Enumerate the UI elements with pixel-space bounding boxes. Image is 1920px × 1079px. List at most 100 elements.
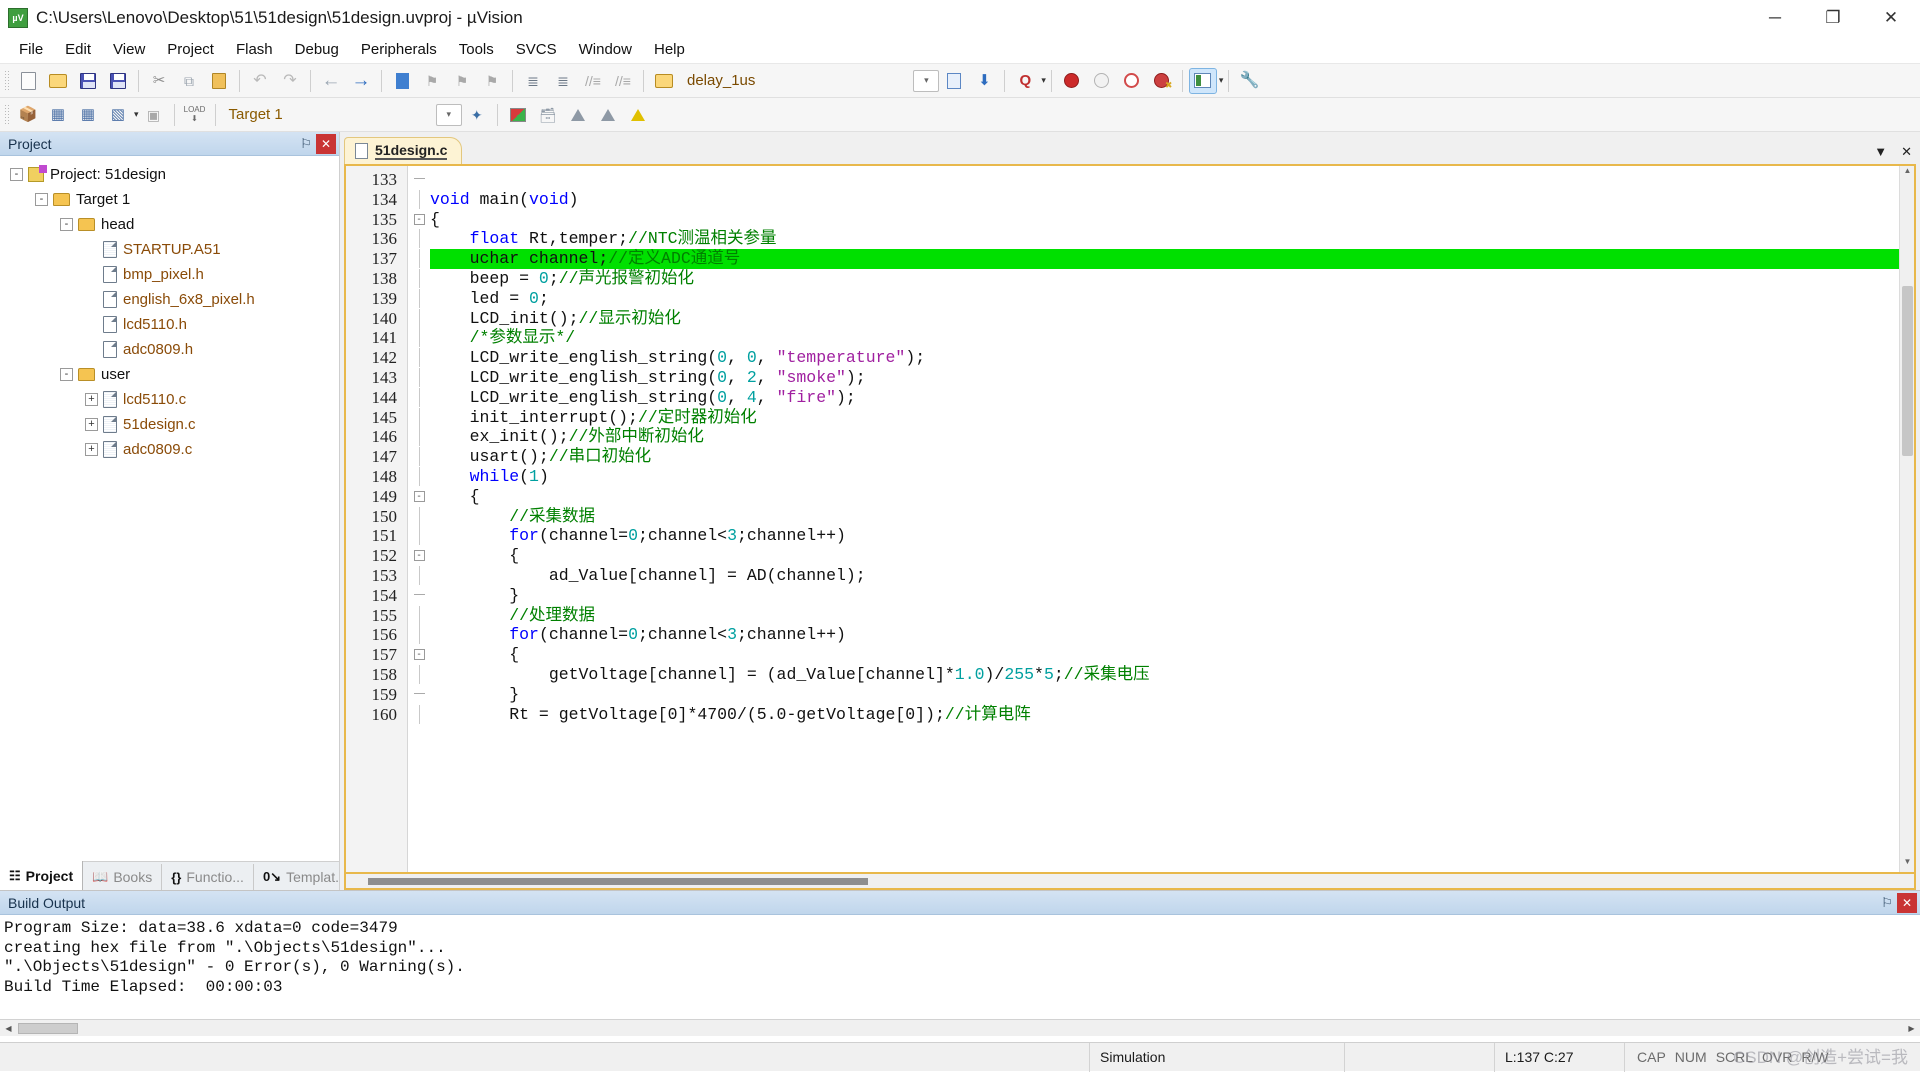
collapse-toggle-icon[interactable]: - [35, 193, 48, 206]
code-line[interactable]: led = 0; [430, 289, 1914, 309]
code-line[interactable]: usart();//串口初始化 [430, 447, 1914, 467]
utilities-icon[interactable]: 🔧 [1235, 68, 1263, 94]
window-dropdown-caret[interactable]: ▾ [1219, 75, 1224, 86]
menu-edit[interactable]: Edit [54, 38, 102, 61]
build-scroll-thumb[interactable] [18, 1023, 78, 1034]
kill-all-breakpoints-icon[interactable] [1148, 68, 1176, 94]
code-line[interactable]: /*参数显示*/ [430, 328, 1914, 348]
code-text[interactable]: void main(void){ float Rt,temper;//NTC测温… [430, 166, 1914, 872]
menu-debug[interactable]: Debug [284, 38, 350, 61]
tree-item-bmp-pixel-h[interactable]: bmp_pixel.h [0, 262, 339, 287]
cut-icon[interactable]: ✂ [145, 68, 173, 94]
code-line[interactable]: //采集数据 [430, 507, 1914, 527]
translate-icon[interactable]: 📦 [14, 102, 42, 128]
toolbar-grip[interactable] [4, 103, 10, 126]
expand-toggle-icon[interactable]: + [85, 393, 98, 406]
undo-icon[interactable]: ↶ [246, 68, 274, 94]
tree-item-user[interactable]: - user [0, 362, 339, 387]
code-line[interactable]: LCD_init();//显示初始化 [430, 309, 1914, 329]
multi-project-icon[interactable] [564, 102, 592, 128]
menu-help[interactable]: Help [643, 38, 696, 61]
code-line[interactable]: ad_Value[channel] = AD(channel); [430, 566, 1914, 586]
stop-build-icon[interactable]: ▣ [140, 102, 168, 128]
expand-toggle-icon[interactable]: + [85, 443, 98, 456]
next-bookmark-icon[interactable]: ⚑ [448, 68, 476, 94]
editor-window-list-icon[interactable]: ▼ [1874, 144, 1887, 160]
code-line[interactable]: LCD_write_english_string(0, 4, "fire"); [430, 388, 1914, 408]
menu-view[interactable]: View [102, 38, 156, 61]
comment-icon[interactable]: //≡ [579, 68, 607, 94]
editor-close-icon[interactable]: ✕ [1901, 144, 1912, 160]
code-line[interactable]: Rt = getVoltage[0]*4700/(5.0-getVoltage[… [430, 705, 1914, 725]
code-line[interactable]: } [430, 586, 1914, 606]
menu-file[interactable]: File [8, 38, 54, 61]
horizontal-scroll-thumb[interactable] [368, 878, 868, 885]
open-include-file-icon[interactable] [650, 68, 678, 94]
uncomment-icon[interactable]: //≡ [609, 68, 637, 94]
manage-run-time-icon[interactable]: 🗃 [534, 102, 562, 128]
tree-item-adc0809-c[interactable]: + adc0809.c [0, 437, 339, 462]
scroll-down-arrow[interactable]: ▼ [1900, 857, 1914, 872]
find-icon[interactable]: Q [1011, 68, 1039, 94]
tab-functions[interactable]: {} Functio... [162, 864, 254, 890]
code-line[interactable]: while(1) [430, 467, 1914, 487]
code-line[interactable]: for(channel=0;channel<3;channel++) [430, 526, 1914, 546]
menu-tools[interactable]: Tools [448, 38, 505, 61]
close-icon[interactable]: ✕ [1897, 892, 1917, 913]
rebuild-icon[interactable]: ▦ [74, 102, 102, 128]
manage-project-items-icon[interactable]: ✦ [463, 102, 491, 128]
open-file-icon[interactable] [44, 68, 72, 94]
menu-flash[interactable]: Flash [225, 38, 284, 61]
fold-marker[interactable]: - [408, 210, 430, 230]
build-icon[interactable]: ▦ [44, 102, 72, 128]
tab-books[interactable]: 📖 Books [83, 864, 163, 890]
tree-item-51design-c[interactable]: +51design.c [0, 412, 339, 437]
close-button[interactable]: ✕ [1862, 0, 1920, 36]
code-line[interactable]: //处理数据 [430, 606, 1914, 626]
code-line[interactable]: LCD_write_english_string(0, 2, "smoke"); [430, 368, 1914, 388]
tree-item-project-51design[interactable]: - Project: 51design [0, 162, 339, 187]
code-line-highlighted[interactable]: uchar channel;//定义ADC通道号 [430, 249, 1914, 269]
tab-project[interactable]: ☷ Project [0, 861, 84, 890]
collapse-toggle-icon[interactable]: - [60, 218, 73, 231]
collapse-toggle-icon[interactable]: - [60, 368, 73, 381]
code-line[interactable] [430, 170, 1914, 190]
code-line[interactable]: { [430, 645, 1914, 665]
code-line[interactable]: { [430, 546, 1914, 566]
maximize-button[interactable]: ❐ [1804, 0, 1862, 36]
toggle-bookmark-icon[interactable] [388, 68, 416, 94]
code-line[interactable]: float Rt,temper;//NTC测温相关参量 [430, 229, 1914, 249]
code-line[interactable]: { [430, 210, 1914, 230]
vertical-scroll-thumb[interactable] [1902, 286, 1913, 456]
menu-svcs[interactable]: SVCS [505, 38, 568, 61]
scroll-up-arrow[interactable]: ▲ [1900, 166, 1914, 181]
build-output-scrollbar[interactable]: ◀ ▶ [0, 1019, 1920, 1036]
code-line[interactable]: } [430, 685, 1914, 705]
code-line[interactable]: { [430, 487, 1914, 507]
tree-item-lcd5110-c[interactable]: + lcd5110.c [0, 387, 339, 412]
editor-horizontal-scrollbar[interactable] [344, 874, 1916, 890]
bookmark-jump-icon[interactable]: ⬇ [970, 68, 998, 94]
copy-icon[interactable]: ⧉ [175, 68, 203, 94]
code-line[interactable]: void main(void) [430, 190, 1914, 210]
save-all-icon[interactable] [104, 68, 132, 94]
find-combo-dropdown[interactable]: ▾ [913, 69, 940, 92]
editor-vertical-scrollbar[interactable]: ▲ ▼ [1899, 166, 1914, 872]
fold-marker[interactable]: - [408, 546, 430, 566]
code-line[interactable]: init_interrupt();//定时器初始化 [430, 408, 1914, 428]
fold-marker[interactable]: - [408, 487, 430, 507]
pin-icon[interactable]: ⚐ [296, 134, 316, 154]
insert-breakpoint-icon[interactable] [1058, 68, 1086, 94]
minimize-button[interactable]: ─ [1746, 0, 1804, 36]
multi-project-build-icon[interactable] [594, 102, 622, 128]
project-tree[interactable]: - Project: 51design - Target 1- head STARTUP.… [0, 156, 339, 861]
tree-item-head[interactable]: - head [0, 212, 339, 237]
menu-project[interactable]: Project [156, 38, 225, 61]
target-options-icon[interactable] [504, 102, 532, 128]
target-selector-dropdown[interactable]: ▾ [435, 103, 462, 126]
menu-window[interactable]: Window [568, 38, 643, 61]
tree-item-target-1[interactable]: - Target 1 [0, 187, 339, 212]
tree-item-english-6x8-pixel-h[interactable]: english_6x8_pixel.h [0, 287, 339, 312]
download-icon[interactable]: LOAD ⬇ [181, 102, 209, 128]
tree-item-adc0809-h[interactable]: adc0809.h [0, 337, 339, 362]
